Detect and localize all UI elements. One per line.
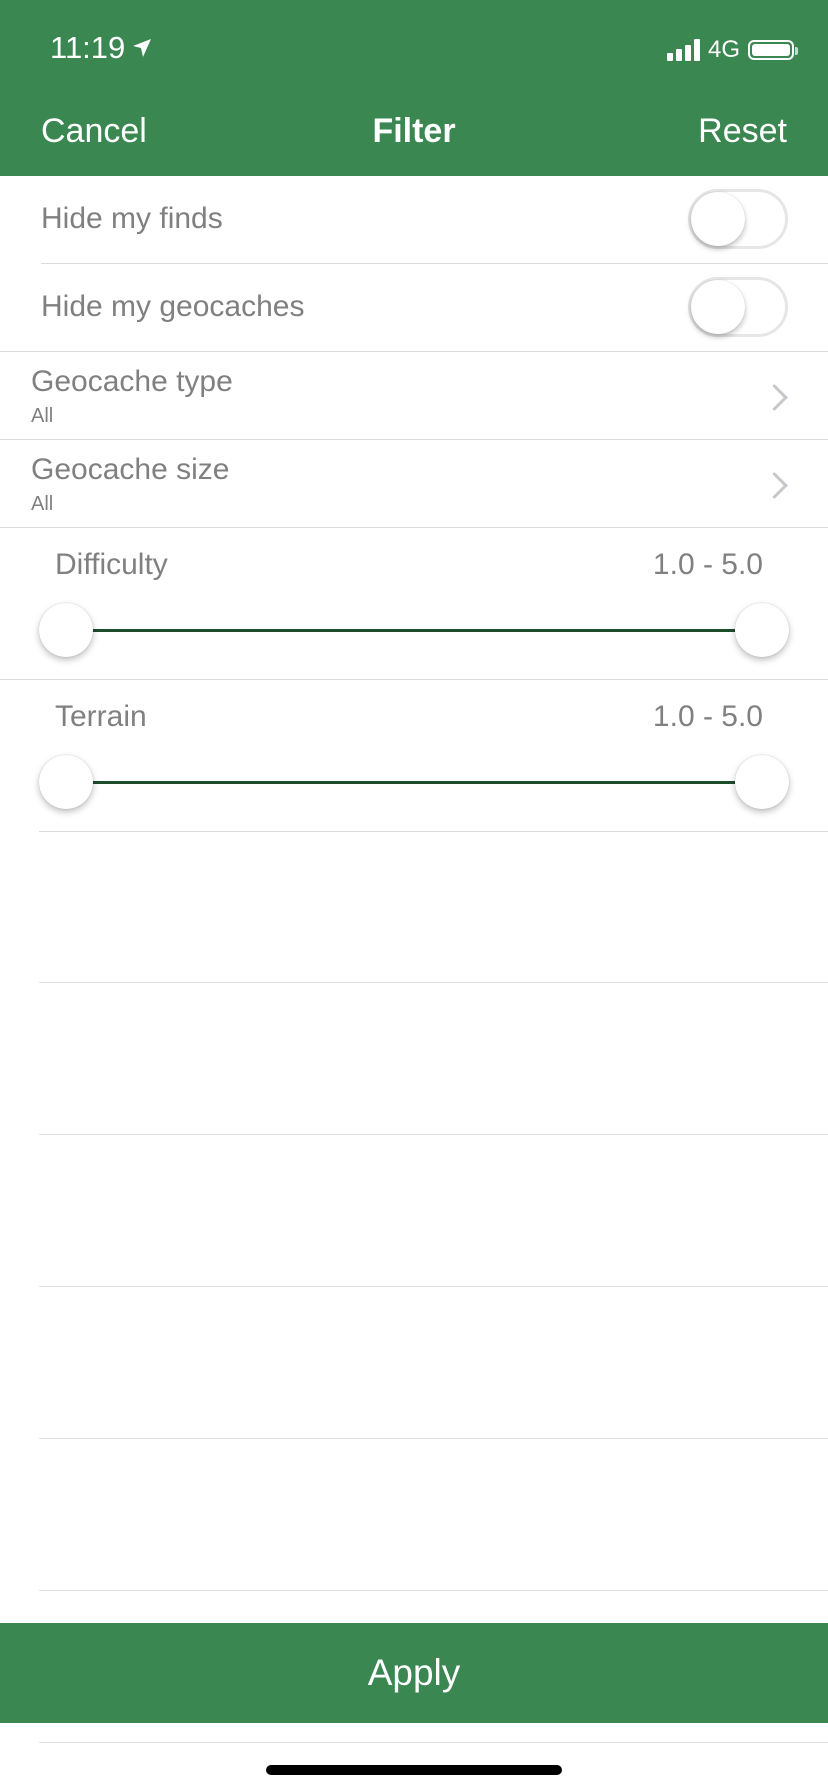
- reset-button[interactable]: Reset: [698, 112, 787, 151]
- geocache-size-value: All: [31, 493, 54, 515]
- difficulty-slider-track[interactable]: [66, 629, 762, 632]
- hide-my-finds-toggle[interactable]: [688, 189, 788, 249]
- difficulty-min-handle[interactable]: [39, 603, 93, 657]
- empty-row-divider: [39, 982, 828, 983]
- difficulty-max-handle[interactable]: [735, 603, 789, 657]
- apply-button[interactable]: Apply: [0, 1623, 828, 1723]
- difficulty-label: Difficulty: [55, 548, 168, 581]
- geocache-size-row[interactable]: Geocache size All: [0, 440, 828, 528]
- status-time: 11:19: [50, 30, 153, 66]
- terrain-min-handle[interactable]: [39, 755, 93, 809]
- cancel-button[interactable]: Cancel: [41, 112, 147, 151]
- geocache-type-value: All: [31, 405, 54, 427]
- terrain-slider-track[interactable]: [66, 781, 762, 784]
- status-time-text: 11:19: [50, 30, 126, 65]
- toggle-knob: [691, 192, 745, 246]
- network-type: 4G: [707, 36, 740, 63]
- location-arrow-icon: [133, 39, 152, 57]
- hide-my-geocaches-label: Hide my geocaches: [41, 290, 305, 323]
- geocache-type-label: Geocache type: [31, 365, 233, 398]
- nav-header: 11:19 4G Cancel Filter Reset: [0, 0, 828, 176]
- terrain-label: Terrain: [55, 700, 147, 733]
- hide-my-finds-label: Hide my finds: [41, 202, 223, 235]
- difficulty-row: Difficulty 1.0 - 5.0: [0, 528, 828, 680]
- difficulty-range-value: 1.0 - 5.0: [652, 548, 763, 581]
- empty-row-divider: [39, 1590, 828, 1591]
- terrain-range-value: 1.0 - 5.0: [652, 700, 763, 733]
- geocache-size-label: Geocache size: [31, 453, 230, 486]
- page-title: Filter: [372, 112, 456, 150]
- empty-row-divider: [39, 1742, 828, 1743]
- home-indicator: [266, 1765, 562, 1775]
- divider: [39, 831, 828, 832]
- hide-my-finds-row: Hide my finds: [0, 176, 828, 264]
- hide-my-geocaches-row: Hide my geocaches: [0, 264, 828, 352]
- chevron-right-icon: [761, 384, 788, 411]
- geocache-type-row[interactable]: Geocache type All: [0, 352, 828, 440]
- apply-button-label: Apply: [367, 1652, 461, 1693]
- status-indicators: 4G: [666, 36, 798, 64]
- empty-row-divider: [39, 1286, 828, 1287]
- chevron-right-icon: [761, 472, 788, 499]
- empty-row-divider: [39, 1134, 828, 1135]
- empty-row-divider: [39, 1438, 828, 1439]
- signal-icon: [666, 39, 700, 61]
- toggle-knob: [691, 280, 745, 334]
- hide-my-geocaches-toggle[interactable]: [688, 277, 788, 337]
- terrain-max-handle[interactable]: [735, 755, 789, 809]
- battery-icon: [748, 40, 798, 60]
- terrain-row: Terrain 1.0 - 5.0: [0, 680, 828, 832]
